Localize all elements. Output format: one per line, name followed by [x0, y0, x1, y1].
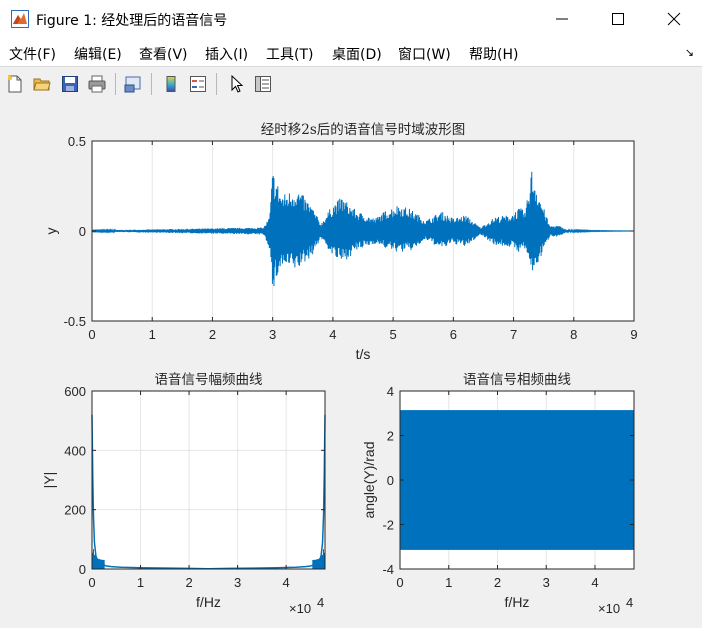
y-tick-label: 0	[79, 224, 86, 239]
colorbar-button[interactable]	[160, 73, 182, 95]
x-tick-label: 2	[209, 327, 216, 342]
x-tick-label: 4	[591, 575, 598, 590]
x-tick-label: 1	[137, 575, 144, 590]
x-tick-label: 2	[494, 575, 501, 590]
x-tick-label: 0	[88, 575, 95, 590]
x-tick-label: 3	[269, 327, 276, 342]
open-file-icon	[33, 78, 51, 91]
x-axis-multiplier-exponent: 4	[626, 595, 633, 610]
menu-insert[interactable]: 插入(I)	[205, 44, 248, 64]
chart-title: 经时移2s后的语音信号时域波形图	[261, 121, 466, 138]
legend-icon	[190, 76, 206, 92]
chart-title: 语音信号幅频曲线	[155, 371, 263, 388]
x-tick-label: 9	[630, 327, 637, 342]
save-button[interactable]	[59, 73, 81, 95]
chart-title: 语音信号相频曲线	[463, 371, 571, 388]
print-button[interactable]	[86, 73, 108, 95]
y-axis-label: angle(Y)/rad	[361, 441, 377, 518]
minimize-button[interactable]	[534, 0, 590, 38]
y-axis-label: |Y|	[41, 472, 57, 489]
save-icon	[62, 76, 78, 92]
y-tick-label: 2	[387, 429, 394, 444]
y-tick-label: 600	[64, 384, 86, 399]
dock-arrow-icon[interactable]: ↘	[685, 46, 694, 59]
menu-desktop[interactable]: 桌面(D)	[332, 44, 382, 64]
figure-plots: 0 1 2 3 4 5 6 7 8 9-0.500.5经时移2s后的语音信号时域波形图t/sy0 1…	[41, 121, 638, 616]
x-axis-multiplier: ×10	[598, 601, 620, 616]
print-icon	[88, 75, 106, 93]
maximize-icon	[612, 13, 624, 25]
x-tick-label: 3	[234, 575, 241, 590]
phase-band	[400, 410, 634, 550]
close-icon	[667, 12, 681, 26]
open-file-button[interactable]	[31, 73, 53, 95]
menu-tools[interactable]: 工具(T)	[266, 44, 313, 64]
x-tick-label: 5	[389, 327, 396, 342]
x-tick-label: 4	[329, 327, 336, 342]
pointer-button[interactable]	[225, 73, 247, 95]
y-tick-label: -0.5	[64, 314, 86, 329]
property-editor-icon	[255, 76, 271, 92]
matlab-app-icon	[11, 10, 29, 28]
figure-canvas: 0 1 2 3 4 5 6 7 8 9 -0.5 0 0.5 经时移2s后的语音信号时域波形图 t/s y 0 1…	[0, 101, 702, 628]
link-plot-button[interactable]	[122, 73, 144, 95]
maximize-button[interactable]	[590, 0, 646, 38]
toolbar-separator	[216, 73, 217, 95]
toolbar-separator	[115, 73, 116, 95]
x-tick-label: 1	[445, 575, 452, 590]
x-axis-label: f/Hz	[196, 594, 221, 610]
menu-help[interactable]: 帮助(H)	[469, 44, 518, 64]
menu-bar: 文件(F) 编辑(E) 查看(V) 插入(I) 工具(T) 桌面(D) 窗口(W…	[0, 38, 702, 66]
plot-area-1	[92, 391, 325, 569]
menu-file[interactable]: 文件(F)	[9, 44, 56, 64]
toolbar-separator	[151, 73, 152, 95]
y-tick-label: 400	[64, 443, 86, 458]
x-tick-label: 4	[283, 575, 290, 590]
x-tick-label: 3	[543, 575, 550, 590]
x-axis-label: t/s	[356, 346, 371, 362]
x-tick-label: 8	[570, 327, 577, 342]
x-tick-label: 1	[149, 327, 156, 342]
x-tick-label: 2	[185, 575, 192, 590]
menu-edit[interactable]: 编辑(E)	[74, 44, 122, 64]
x-axis-multiplier-exponent: 4	[317, 595, 324, 610]
window-title: Figure 1: 经处理后的语音信号	[36, 13, 228, 29]
menu-window[interactable]: 窗口(W)	[398, 44, 451, 64]
new-figure-button[interactable]	[4, 73, 26, 95]
y-tick-label: 0	[79, 562, 86, 577]
y-tick-label: -4	[382, 562, 394, 577]
y-tick-label: 200	[64, 503, 86, 518]
colorbar-icon	[166, 76, 176, 92]
property-editor-button[interactable]	[252, 73, 274, 95]
close-button[interactable]	[646, 0, 702, 38]
x-tick-label: 0	[88, 327, 95, 342]
figure-toolbar	[0, 66, 702, 102]
link-plot-icon	[124, 76, 141, 93]
legend-button[interactable]	[187, 73, 209, 95]
window-titlebar: Figure 1: 经处理后的语音信号	[0, 0, 702, 38]
y-tick-label: -2	[382, 518, 394, 533]
new-figure-icon	[7, 75, 22, 93]
y-tick-label: 0.5	[68, 134, 86, 149]
y-axis-label: y	[43, 228, 59, 235]
x-tick-label: 7	[510, 327, 517, 342]
y-tick-label: 4	[387, 384, 394, 399]
menu-view[interactable]: 查看(V)	[139, 44, 188, 64]
x-tick-label: 0	[396, 575, 403, 590]
pointer-icon	[231, 75, 244, 93]
x-axis-multiplier: ×10	[289, 601, 311, 616]
minimize-icon	[556, 18, 568, 20]
y-tick-label: 0	[387, 473, 394, 488]
x-axis-label: f/Hz	[505, 594, 530, 610]
x-tick-label: 6	[450, 327, 457, 342]
